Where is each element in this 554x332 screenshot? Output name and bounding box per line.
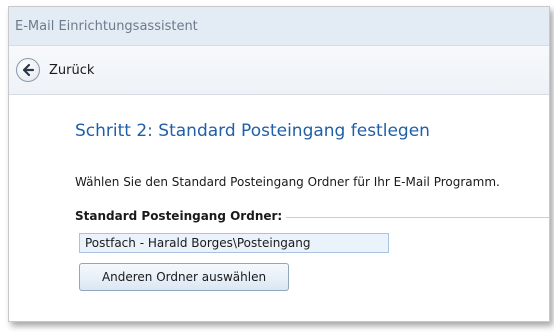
step-instruction: Wählen Sie den Standard Posteingang Ordn… <box>75 175 500 189</box>
inbox-folder-field[interactable] <box>79 233 389 253</box>
back-button[interactable]: Zurück <box>16 58 94 82</box>
screenshot-canvas: E-Mail Einrichtungsassistent Zurück Schr… <box>0 0 554 332</box>
back-button-label[interactable]: Zurück <box>49 63 94 78</box>
arrow-left-icon[interactable] <box>16 58 40 82</box>
title-bar: E-Mail Einrichtungsassistent <box>9 7 549 46</box>
window-title: E-Mail Einrichtungsassistent <box>15 18 198 34</box>
step-title: Schritt 2: Standard Posteingang festlege… <box>75 121 430 141</box>
folder-group-label: Standard Posteingang Ordner: <box>75 209 283 223</box>
choose-other-folder-button[interactable]: Anderen Ordner auswählen <box>79 263 289 291</box>
wizard-window: E-Mail Einrichtungsassistent Zurück Schr… <box>8 6 550 322</box>
navigation-bar: Zurück <box>9 46 549 95</box>
folder-group-header: Standard Posteingang Ordner: <box>75 209 549 223</box>
group-divider <box>286 216 549 218</box>
